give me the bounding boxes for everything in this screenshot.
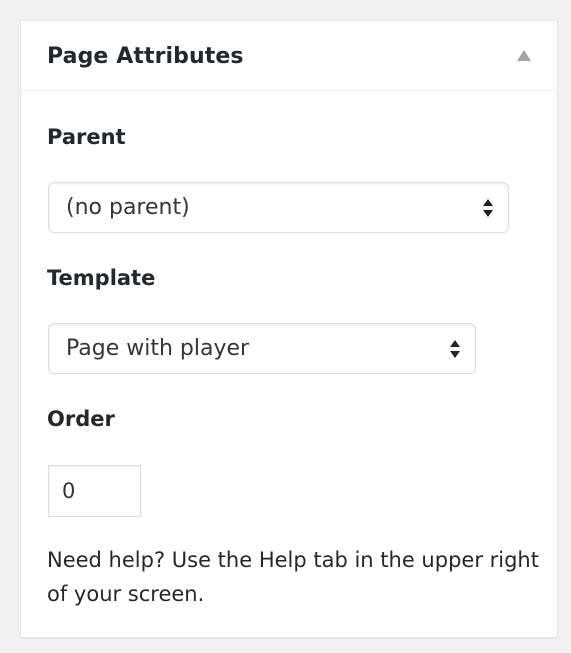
parent-select-value: (no parent) <box>66 195 190 220</box>
parent-select[interactable]: (no parent) <box>48 182 509 233</box>
help-text: Need help? Use the Help tab in the upper… <box>47 548 539 606</box>
page-attributes-panel: Page Attributes Parent (no parent) Templ… <box>20 20 558 638</box>
template-label: Template <box>47 266 156 290</box>
order-label: Order <box>47 407 115 431</box>
order-input[interactable] <box>48 465 141 517</box>
collapse-arrow-icon[interactable] <box>517 50 531 61</box>
select-arrows-icon <box>450 340 460 358</box>
panel-header[interactable]: Page Attributes <box>21 21 557 91</box>
template-select-value: Page with player <box>66 336 250 361</box>
panel-title: Page Attributes <box>47 44 244 69</box>
parent-label: Parent <box>47 125 126 149</box>
template-select[interactable]: Page with player <box>48 323 476 374</box>
select-arrows-icon <box>483 199 493 217</box>
